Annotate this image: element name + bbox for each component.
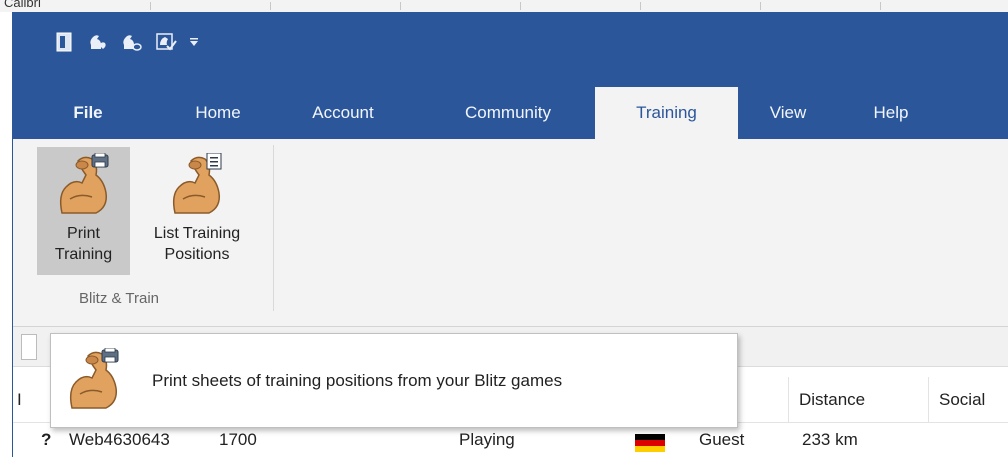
background-font-name: Calibri [4,0,41,10]
background-divider [270,2,271,10]
player-name: Web4630643 [69,430,170,449]
ribbon-group-label: Blitz & Train [79,290,160,307]
background-divider [640,2,641,10]
flexed-arm-list-icon [172,153,222,214]
flexed-arm-printer-icon [69,348,119,409]
tab-community[interactable]: Community [438,87,578,139]
title-bar [13,12,1008,87]
print-training-button[interactable]: Print Training [37,147,130,275]
search-box[interactable] [21,334,37,360]
table-row[interactable]: ? Web4630643 1700 Playing Guest 233 km [13,424,1008,457]
list-training-label-line2: Positions [164,246,230,263]
germany-flag-icon [635,434,665,452]
tab-training[interactable]: Training [595,87,738,139]
ribbon-panel: Print Training List Training Positions B… [13,139,1008,327]
column-header[interactable]: I [13,377,43,423]
background-divider [880,2,881,10]
ribbon-tabs: File Home Account Community Training Vie… [13,87,1008,139]
save-icon[interactable] [53,31,75,53]
tooltip-text: Print sheets of training positions from … [152,371,563,390]
tab-file[interactable]: File [53,87,123,139]
tab-account[interactable]: Account [293,87,393,139]
player-rank: Guest [699,430,745,449]
print-training-tooltip: Print sheets of training positions from … [50,333,738,428]
list-training-label-line1: List Training [153,225,241,242]
column-header-social[interactable]: Social [928,377,1008,423]
background-app-strip: Calibri [0,0,1008,12]
list-training-positions-button[interactable]: List Training Positions [133,147,261,275]
player-distance: 233 km [802,430,858,449]
background-divider [520,2,521,10]
customize-toolbar-icon[interactable] [189,35,199,50]
background-divider [400,2,401,10]
ribbon-group-divider [273,145,274,311]
print-training-label-line1: Print [67,225,100,242]
chess-piece-link-icon[interactable] [121,31,143,53]
player-rating: 1700 [219,430,257,449]
print-training-label-line2: Training [54,246,113,263]
app-window: File Home Account Community Training Vie… [12,12,1008,457]
player-activity: Playing [459,430,515,449]
background-divider [760,2,761,10]
background-divider [150,2,151,10]
tab-help[interactable]: Help [855,87,927,139]
tab-home[interactable]: Home [175,87,261,139]
quick-access-toolbar [53,31,199,53]
player-status-mark: ? [41,430,52,449]
flexed-arm-printer-icon [59,153,108,214]
tab-view[interactable]: View [753,87,823,139]
column-header-distance[interactable]: Distance [788,377,928,423]
chess-piece-check-icon[interactable] [155,31,177,53]
chess-piece-icon[interactable] [87,31,109,53]
